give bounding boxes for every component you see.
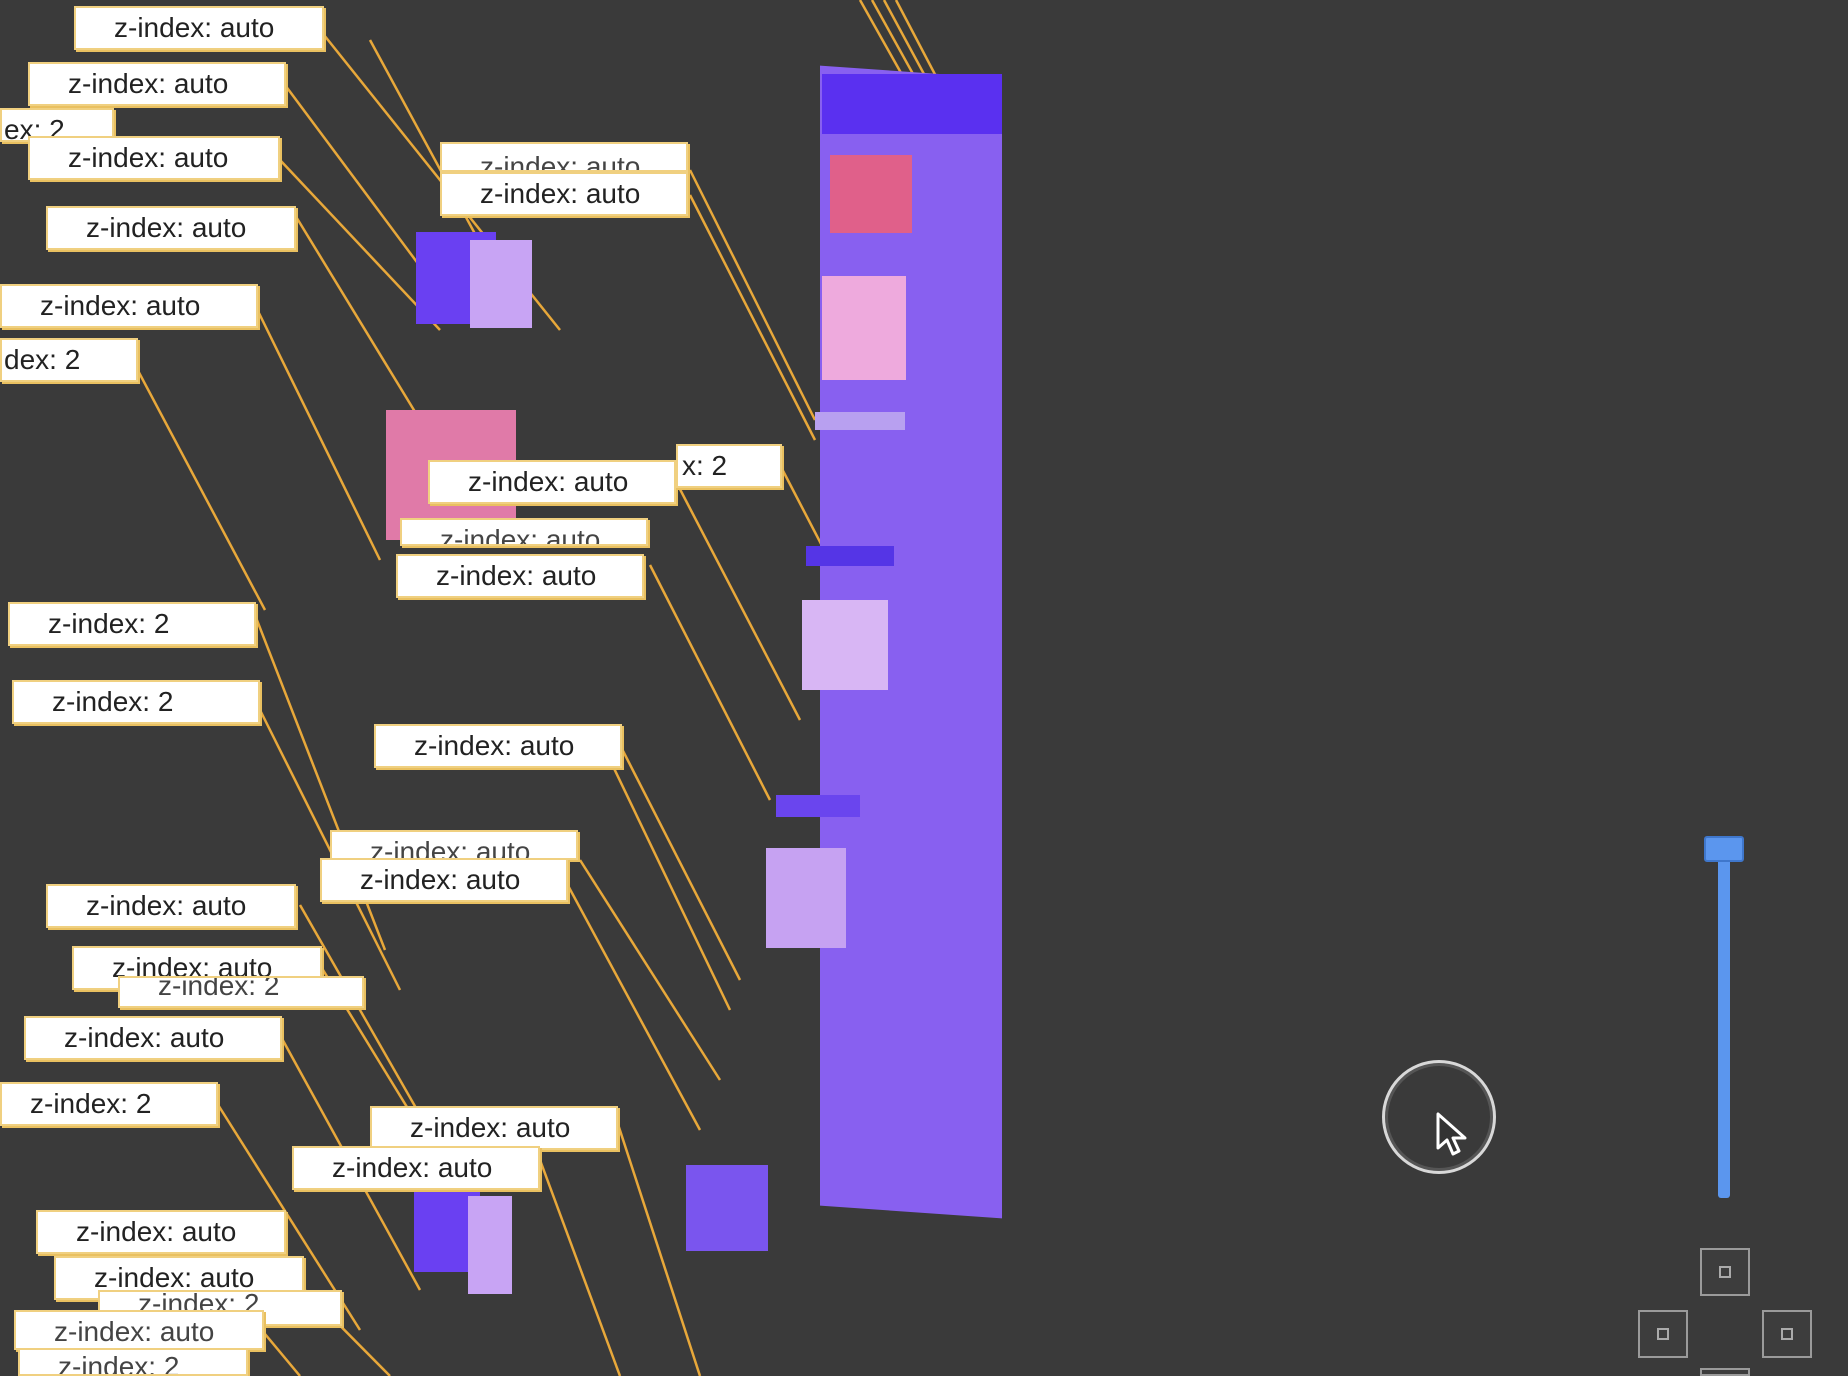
- card-layer-lilac-2[interactable]: [766, 848, 846, 948]
- nav-right-button[interactable]: [1762, 1310, 1812, 1358]
- zoom-slider-track[interactable]: [1718, 846, 1730, 1198]
- layer-label[interactable]: dex: 2: [0, 338, 138, 382]
- layer-label[interactable]: z-index: auto: [14, 1310, 264, 1350]
- layer-label[interactable]: z-index: auto: [0, 284, 258, 328]
- nav-up-button[interactable]: [1700, 1248, 1750, 1296]
- zoom-slider-handle[interactable]: [1704, 836, 1744, 862]
- square-icon: [1657, 1328, 1669, 1340]
- square-icon: [1719, 1266, 1731, 1278]
- card-layer-light-pink[interactable]: [822, 276, 906, 380]
- layer-label[interactable]: z-index: auto: [28, 136, 280, 180]
- layer-label[interactable]: z-index: auto: [440, 172, 688, 216]
- layer-label[interactable]: z-index: 2: [0, 1082, 218, 1126]
- strip-layer[interactable]: [806, 546, 894, 566]
- layer-label[interactable]: x: 2: [676, 444, 782, 488]
- layer-label[interactable]: z-index: 2: [18, 1348, 248, 1376]
- layer-label[interactable]: z-index: auto: [74, 6, 324, 50]
- bar-layer[interactable]: [815, 412, 905, 430]
- layer-label[interactable]: z-index: 2: [118, 976, 364, 1008]
- page-layer-header[interactable]: [822, 74, 1002, 134]
- layer-label[interactable]: z-index: auto: [428, 460, 676, 504]
- layers-3d-viewport[interactable]: z-index: auto z-index: auto ex: 2 z-inde…: [0, 0, 1848, 1376]
- layer-label[interactable]: z-index: auto: [374, 724, 622, 768]
- nav-left-button[interactable]: [1638, 1310, 1688, 1358]
- mouse-cursor-icon: [1436, 1112, 1467, 1156]
- layer-label[interactable]: z-index: auto: [330, 830, 578, 860]
- card-layer-bottom[interactable]: [686, 1165, 768, 1251]
- card-layer-pink[interactable]: [830, 155, 912, 233]
- card-layer-lilac[interactable]: [802, 600, 888, 690]
- layer-label[interactable]: z-index: auto: [46, 206, 296, 250]
- layer-label[interactable]: z-index: 2: [12, 680, 260, 724]
- layer-label[interactable]: z-index: auto: [24, 1016, 282, 1060]
- nav-down-button[interactable]: [1700, 1368, 1750, 1376]
- layer-label[interactable]: z-index: auto: [292, 1146, 540, 1190]
- floating-card-lilac-bottom[interactable]: [468, 1196, 512, 1294]
- layer-label[interactable]: z-index: auto: [440, 142, 688, 172]
- layer-label[interactable]: z-index: auto: [28, 62, 286, 106]
- layer-label[interactable]: z-index: auto: [320, 858, 568, 902]
- square-icon: [1781, 1328, 1793, 1340]
- layer-label[interactable]: z-index: auto: [370, 1106, 618, 1150]
- layer-label[interactable]: z-index: 2: [8, 602, 256, 646]
- layer-label[interactable]: z-index: auto: [400, 518, 648, 546]
- layer-label[interactable]: z-index: auto: [46, 884, 296, 928]
- strip-layer-2[interactable]: [776, 795, 860, 817]
- floating-card-lilac[interactable]: [470, 240, 532, 328]
- layer-label[interactable]: z-index: auto: [396, 554, 644, 598]
- layer-label[interactable]: z-index: auto: [36, 1210, 286, 1254]
